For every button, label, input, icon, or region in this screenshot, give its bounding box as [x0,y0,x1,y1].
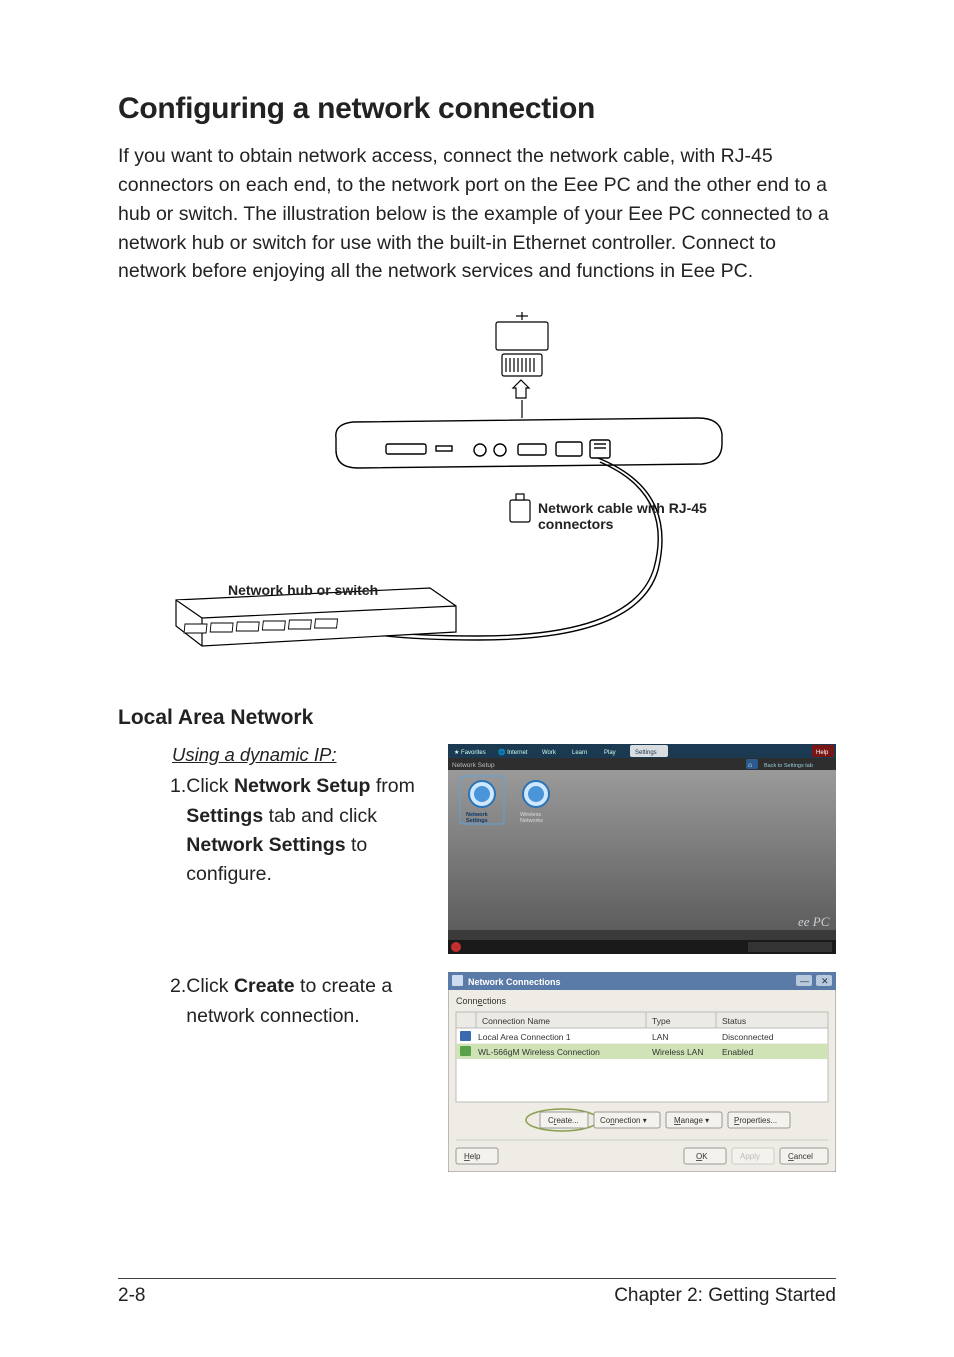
subheading: Local Area Network [118,706,836,730]
svg-text:Networks: Networks [520,818,543,824]
svg-text:Properties...: Properties... [734,1116,777,1125]
breadcrumb: Network Setup [452,762,495,769]
svg-text:Manage ▾: Manage ▾ [674,1116,709,1125]
brand-logo: ee PC [798,914,830,929]
intro-paragraph: If you want to obtain network access, co… [118,142,836,286]
row-1-name[interactable]: Local Area Connection 1 [478,1032,571,1042]
tab-settings[interactable]: Settings [635,750,657,756]
svg-text:Cancel: Cancel [788,1152,813,1161]
network-diagram: Network cable with RJ-45 connectors Netw… [118,310,836,680]
start-button-icon[interactable] [451,942,461,952]
tab-play[interactable]: Play [604,750,616,756]
svg-text:Connection ▾: Connection ▾ [600,1116,647,1125]
tab-work[interactable]: Work [542,750,557,756]
svg-text:✕: ✕ [821,976,829,986]
svg-text:—: — [800,976,809,986]
row-2-name[interactable]: WL-566gM Wireless Connection [478,1047,600,1057]
col-status[interactable]: Status [722,1016,746,1026]
back-link[interactable]: Back to Settings tab [764,763,813,769]
lan-icon [460,1031,471,1041]
chapter-label: Chapter 2: Getting Started [614,1285,836,1307]
footer-rule [118,1278,836,1279]
tab-internet[interactable]: 🌐 Internet [498,748,528,756]
page-title: Configuring a network connection [118,92,836,126]
tab-favorites[interactable]: ★ Favorites [454,749,486,756]
svg-text:LAN: LAN [652,1032,669,1042]
col-type[interactable]: Type [652,1016,671,1026]
tab-learn[interactable]: Learn [572,750,587,756]
steps-heading: Using a dynamic IP: [172,744,428,766]
svg-text:OK: OK [696,1152,708,1161]
svg-text:Wireless LAN: Wireless LAN [652,1047,703,1057]
svg-text:Apply: Apply [740,1152,760,1161]
label-cable: Network cable with RJ-45 connectors [538,500,758,532]
svg-text:Settings: Settings [466,818,488,824]
svg-text:Help: Help [464,1152,481,1161]
svg-text:Disconnected: Disconnected [722,1032,774,1042]
wlan-icon [460,1046,471,1056]
svg-text:⌂: ⌂ [748,762,752,769]
svg-text:Enabled: Enabled [722,1047,753,1057]
page-number: 2-8 [118,1285,145,1307]
window-title: Network Connections [468,977,561,987]
app-icon [452,975,463,986]
step-2: 2. Click Create to create a network conn… [118,972,428,1031]
screenshot-network-connections: Network Connections — ✕ Connections Conn… [448,972,836,1172]
screenshot-network-settings: ★ Favorites 🌐 Internet Work Learn Play S… [448,744,836,954]
help-button[interactable]: Help [816,750,829,756]
label-hub: Network hub or switch [228,582,378,598]
step-1: 1. Click Network Setup from Settings tab… [118,772,428,889]
col-name[interactable]: Connection Name [482,1016,550,1026]
